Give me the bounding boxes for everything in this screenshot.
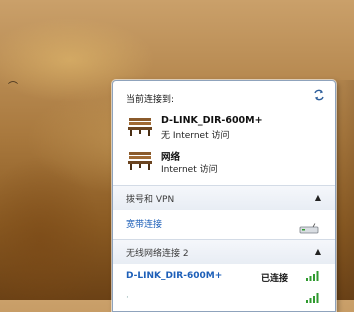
network-flyout-panel: 当前连接到: D-LINK_DIR-600M+ 无 Internet 访问 网络…	[112, 80, 336, 312]
chevron-up-icon[interactable]: ▲	[315, 193, 321, 202]
bench-network-icon	[128, 152, 152, 170]
modem-icon	[299, 223, 319, 234]
current-connection-title: 当前连接到:	[126, 95, 175, 105]
flyout-header: 当前连接到:	[113, 81, 335, 107]
network-name: 网络	[161, 152, 181, 163]
wifi-signal-icon	[306, 271, 319, 281]
desktop-edge	[335, 80, 354, 300]
bench-network-icon	[128, 118, 152, 136]
dialup-vpn-label: 拨号和 VPN	[126, 195, 175, 205]
network-status: Internet 访问	[161, 165, 218, 175]
broadband-connection-link[interactable]: 宽带连接	[126, 217, 162, 230]
chevron-up-icon[interactable]: ▲	[315, 247, 321, 256]
network-item-network[interactable]: 网络 Internet 访问	[127, 147, 317, 181]
wifi-network-name[interactable]: D-LINK_DIR-600M+	[126, 271, 222, 281]
network-item-dlink[interactable]: D-LINK_DIR-600M+ 无 Internet 访问	[127, 113, 317, 147]
wireless-connection-section[interactable]: 无线网络连接 2 ▲	[113, 239, 335, 264]
dialup-vpn-section[interactable]: 拨号和 VPN ▲	[113, 185, 335, 210]
refresh-icon[interactable]	[313, 89, 325, 101]
network-name: D-LINK_DIR-600M+	[161, 115, 263, 126]
wifi-signal-icon	[306, 293, 319, 303]
wireless-connection-label: 无线网络连接 2	[126, 249, 189, 259]
network-status: 无 Internet 访问	[161, 131, 230, 141]
next-list-item-partial: ·	[126, 293, 129, 303]
wifi-connected-status: 已连接	[261, 274, 289, 284]
bird-shape: ⌒	[8, 82, 18, 93]
